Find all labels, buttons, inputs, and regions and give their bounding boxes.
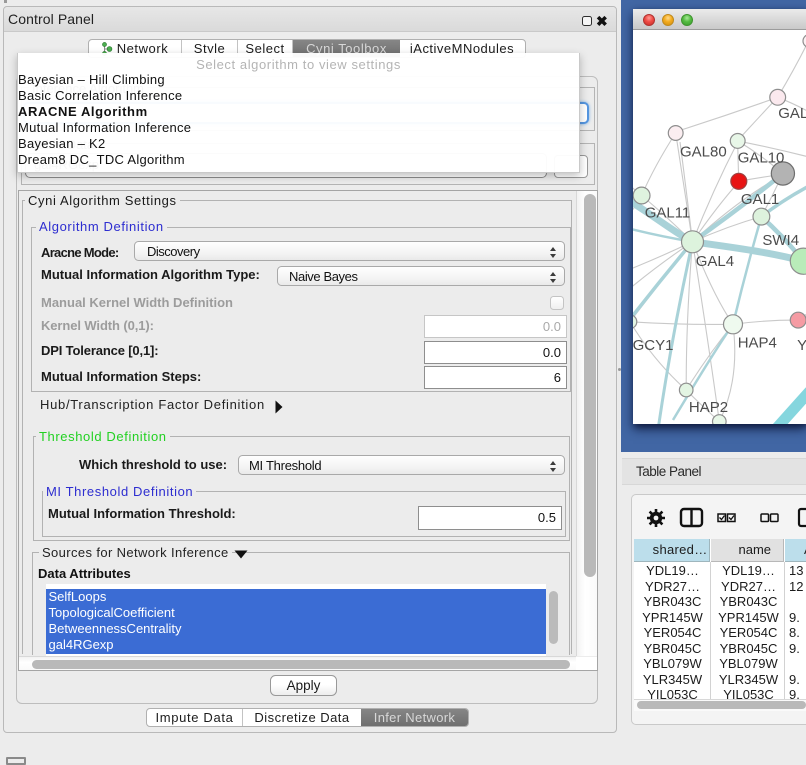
svg-text:GAL80: GAL80 [680, 143, 727, 160]
svg-text:HAP4: HAP4 [738, 334, 777, 351]
svg-text:GAL10: GAL10 [738, 150, 785, 167]
svg-text:SWI4: SWI4 [762, 232, 799, 249]
svg-text:GAL7: GAL7 [778, 105, 806, 122]
svg-text:GAL1: GAL1 [741, 191, 779, 208]
svg-text:GCY1: GCY1 [633, 337, 673, 354]
svg-text:GAL4: GAL4 [696, 253, 734, 270]
svg-text:GAL11: GAL11 [645, 205, 691, 222]
svg-text:YM: YM [797, 337, 806, 354]
svg-text:HAP2: HAP2 [689, 399, 728, 416]
